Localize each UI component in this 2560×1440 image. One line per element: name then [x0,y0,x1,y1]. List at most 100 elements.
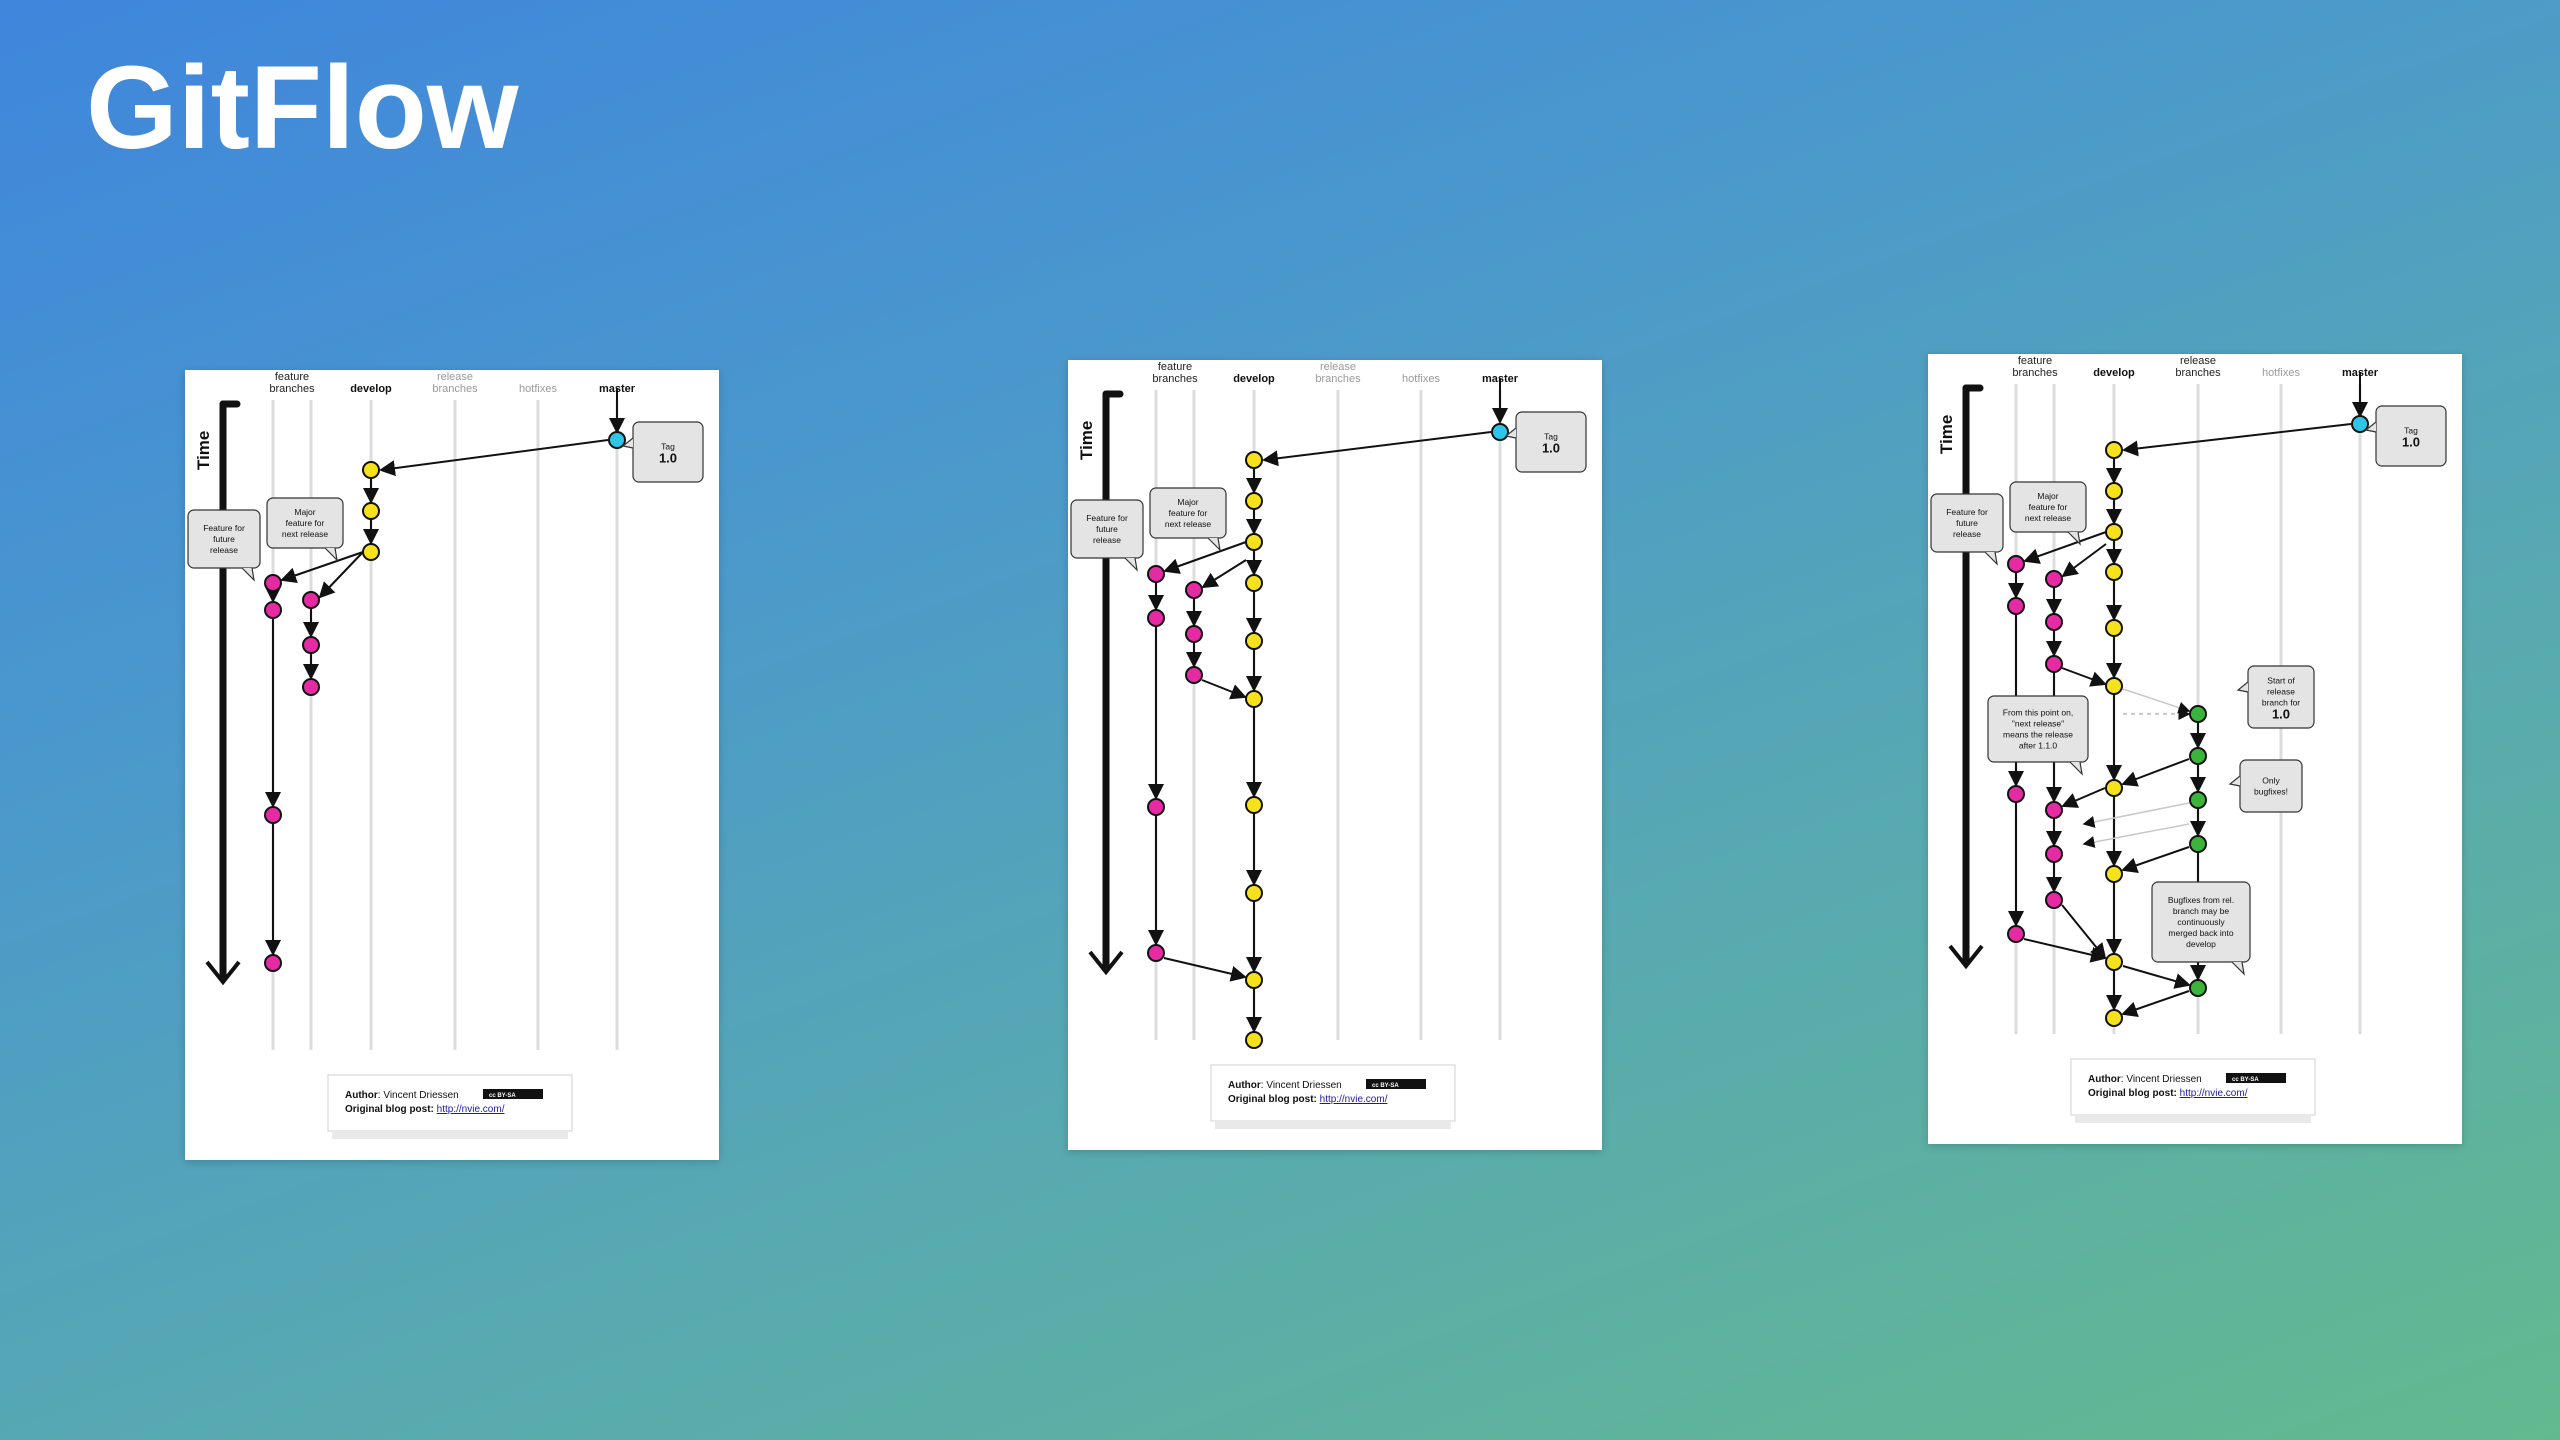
develop-commit-node [2105,779,2123,797]
release-merge-edge [2082,823,2190,848]
feature-commit-node [2007,597,2025,615]
develop-commit-node [1245,492,1263,510]
diagram-svg: featurebranches developreleasebranches hot… [187,371,704,1139]
develop-commit-node [2105,482,2123,500]
feature-future-callout-line: release [1953,529,1981,539]
only-bugfixes-callout-tail [2228,775,2241,787]
from-point-callout-line: means the release [2003,730,2073,740]
license-badge-text: cc BY-SA [2232,1077,2259,1083]
major-feature-callout-line: feature for [2029,502,2068,512]
blog-label: Original blog post: [1228,1094,1320,1105]
develop-commit-node [1245,632,1263,650]
bugfixes-merged-callout-line: continuously [2177,917,2225,927]
time-axis: Time [1937,384,1984,970]
develop-commit-node [1245,533,1263,551]
lane-header-feature: branches [269,383,315,395]
feature-future-callout-line: future [1096,524,1118,534]
major-feature-callout-tail [324,547,338,562]
feature-commit-node [302,678,320,696]
feature-future-callout-line: future [213,534,235,544]
footer-shadow [2075,1115,2311,1123]
bugfixes-merged-callout-line: merged back into [2168,928,2233,938]
release-commit-node [2189,705,2207,723]
time-axis: Time [1077,390,1124,976]
license-badge-text: cc BY-SA [489,1093,516,1099]
bugfixes-merged-callout-tail [2231,961,2245,976]
develop-commit-node [2105,953,2123,971]
from-point-callout-line: "next release" [2012,719,2064,729]
feature-commit-node [2045,891,2063,909]
author-line: Author: Vincent Driessen [1228,1080,1342,1091]
blog-link[interactable]: http://nvie.com/ [437,1104,505,1115]
feature-commit-node [2045,845,2063,863]
lane-headers: featurebranches developreleasebranches hot… [1152,361,1518,385]
merge-edge [1163,957,1247,982]
lane-header-develop: develop [1233,373,1275,385]
from-point-callout-line: From this point on, [2003,708,2073,718]
feature-future-callout-line: Feature for [203,523,245,533]
time-axis: Time [194,400,241,986]
develop-commit-node [1245,971,1263,989]
gitflow-diagram-2: feature branches develop release branches hot… [1068,360,1602,1150]
gitflow-diagram-1: feature branches develop release branches hot… [185,370,719,1160]
develop-commit-node [2105,619,2123,637]
bugfixes-merged-callout: Bugfixes from rel.branch may becontinuou… [2151,881,2251,976]
start-release-callout: Start ofreleasebranch for1.0 [2236,665,2315,729]
feature-commit-node [264,601,282,619]
footer-box [327,1074,573,1132]
release-merge-edge [2121,990,2190,1017]
major-feature-callout-line: feature for [286,518,325,528]
commit-edges [1148,378,1508,1033]
bugfixes-merged-callout-line: branch may be [2173,906,2229,916]
feature-commit-node [1147,565,1165,583]
lane-header-hotfixes: hotfixes [1402,373,1440,385]
commit-edges [265,388,625,956]
callouts: Tag1.0Feature forfuturereleaseMajorfeatu… [1930,405,2447,976]
major-feature-callout-line: Major [2037,491,2058,501]
feature-commit-node [1185,625,1203,643]
develop-commit-node [362,461,380,479]
bugfixes-merged-callout-line: develop [2186,939,2216,949]
from-point-callout: From this point on,"next release"means t… [1987,695,2089,776]
branch-develop-edge [1262,431,1492,467]
diagram-svg: featurebranches developreleasebranches hot… [1930,355,2447,1123]
major-feature-callout: Majorfeature fornext release [2009,481,2087,546]
lane-header-release: release [1320,361,1356,373]
blog-line: Original blog post: http://nvie.com/ [345,1104,505,1115]
start-release-callout-tail [2236,681,2249,693]
lane-header-feature: feature [1158,361,1192,373]
develop-commit-node [2105,523,2123,541]
develop-commit-node [1245,451,1263,469]
tag-callout: Tag1.0 [1504,411,1587,473]
major-feature-callout-line: feature for [1169,508,1208,518]
merge-edge [2061,787,2106,808]
diagram-svg: featurebranches developreleasebranches hot… [1070,361,1587,1129]
blog-line: Original blog post: http://nvie.com/ [2088,1088,2248,1099]
lane-header-feature: branches [2012,367,2058,379]
blog-link[interactable]: http://nvie.com/ [1320,1094,1388,1105]
branch-feature-edge [1201,559,1247,589]
author-label: Author [1228,1080,1261,1091]
develop-commit-node [2105,1009,2123,1027]
only-bugfixes-callout: Onlybugfixes! [2228,759,2303,813]
tag-callout: Tag1.0 [2364,405,2447,467]
lane-header-develop: develop [2093,367,2135,379]
lane-header-hotfixes: hotfixes [519,383,557,395]
feature-commit-node [1147,798,1165,816]
feature-future-callout-line: release [210,545,238,555]
feature-future-callout-line: Feature for [1086,513,1128,523]
bugfixes-merged-callout-line: Bugfixes from rel. [2168,895,2234,905]
tag-callout-line: 1.0 [659,451,677,466]
develop-commit-node [1245,690,1263,708]
blog-label: Original blog post: [2088,1088,2180,1099]
footer-box [2070,1058,2316,1116]
lane-header-feature: feature [2018,355,2052,367]
tag-callout-line: 1.0 [1542,441,1560,456]
major-feature-callout-line: Major [294,507,315,517]
blog-link[interactable]: http://nvie.com/ [2180,1088,2248,1099]
feature-future-callout-line: Feature for [1946,507,1988,517]
feature-commit-node [1185,666,1203,684]
lane-header-release: release [2180,355,2216,367]
lane-header-release: branches [432,383,478,395]
start-release-callout-line: Start of [2267,676,2295,686]
